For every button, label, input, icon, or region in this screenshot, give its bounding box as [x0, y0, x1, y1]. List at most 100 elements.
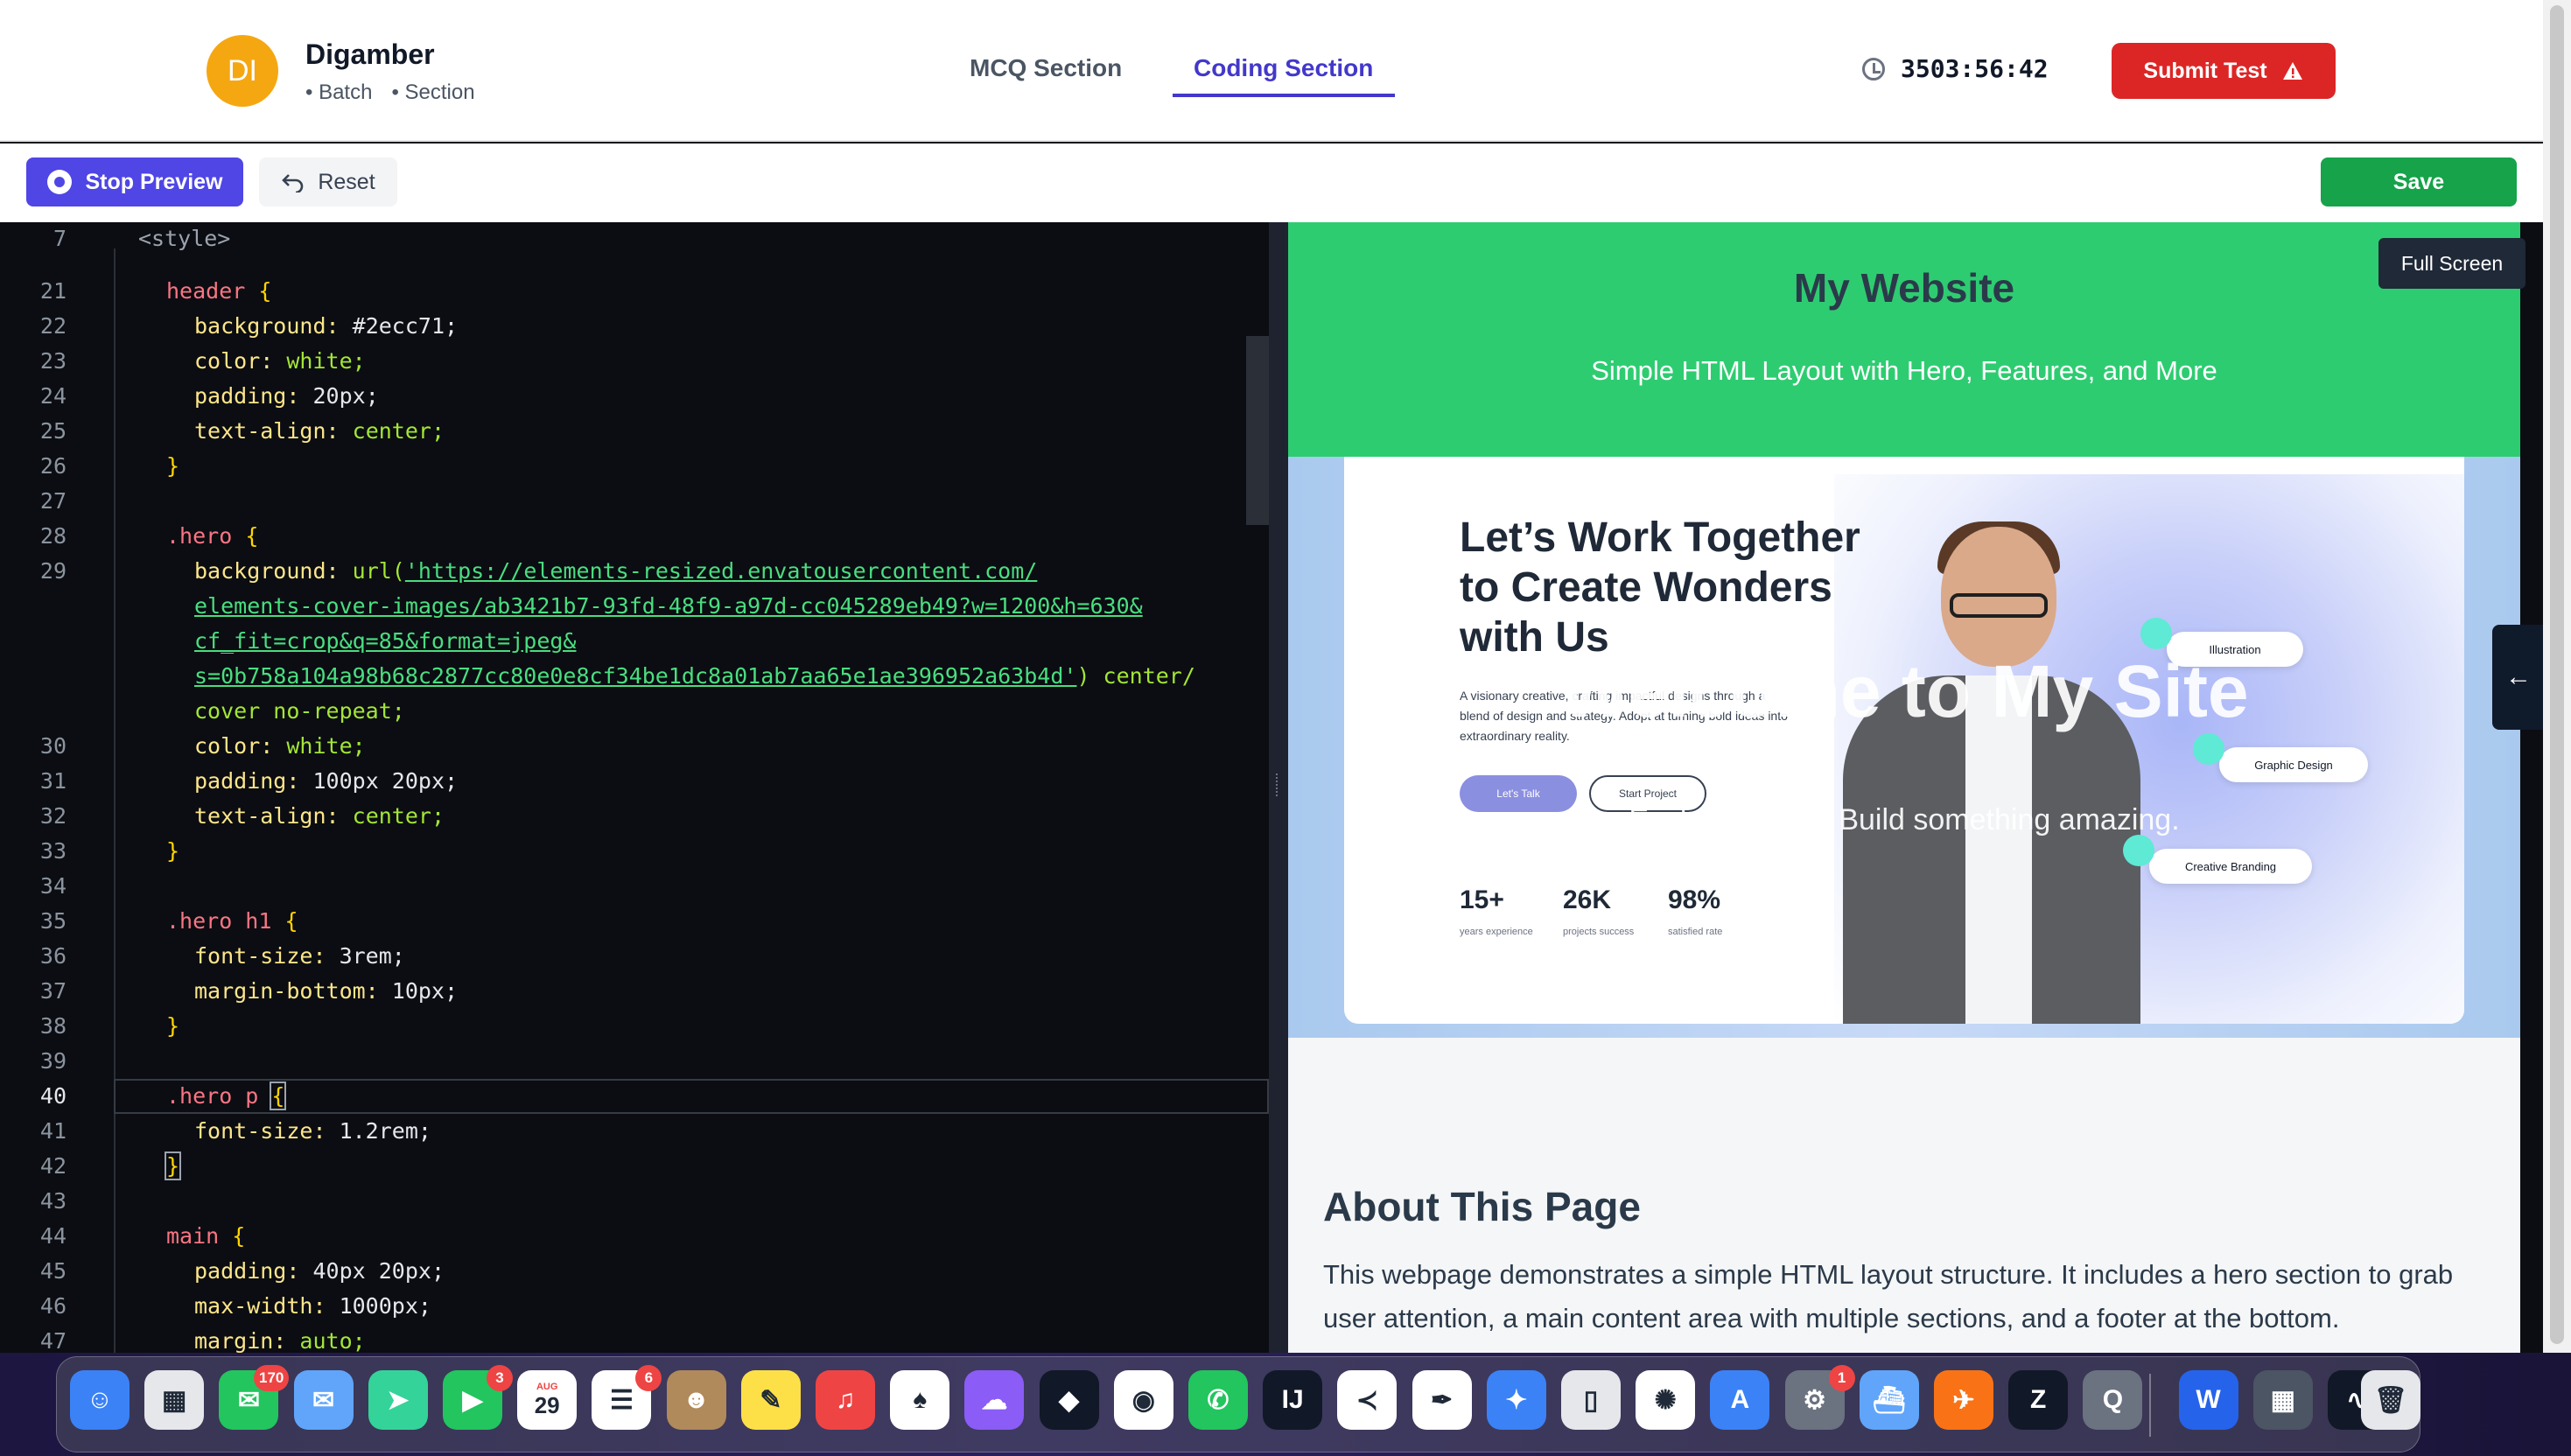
whatsapp-icon[interactable]: ✆ [1188, 1370, 1248, 1430]
code-line: color: white; [194, 733, 366, 759]
code-line: padding: 20px; [194, 383, 379, 409]
mail-icon[interactable]: ✉ [293, 1370, 354, 1430]
stop-preview-button[interactable]: Stop Preview [26, 158, 243, 206]
app-store-icon[interactable]: A [1710, 1370, 1770, 1430]
cube-app-icon[interactable]: ◆ [1039, 1370, 1099, 1430]
image-headline: Let’s Work Together to Create Wonders wi… [1460, 514, 1860, 661]
contacts-icon[interactable]: ☻ [666, 1370, 726, 1430]
line-number: 26 [39, 453, 67, 479]
line-number-active: 40 [39, 1083, 67, 1109]
trash-icon[interactable]: 🗑 [2361, 1370, 2420, 1430]
messages-icon[interactable]: ✉ 170 [219, 1365, 290, 1430]
code-line: text-align: center; [194, 803, 445, 829]
chrome-icon[interactable]: ◉ [1113, 1370, 1173, 1430]
finder-icon[interactable]: ☺ [70, 1370, 130, 1430]
reminders-icon[interactable]: ☰ 6 [592, 1365, 662, 1430]
code-line: elements-cover-images/ab3421b7-93fd-48f9… [194, 593, 1143, 619]
notes-icon[interactable]: ✎ [740, 1370, 801, 1430]
quicktime-icon[interactable]: Q [2083, 1370, 2143, 1430]
graphic-design-tag-icon [2193, 733, 2224, 765]
line-number: 46 [39, 1293, 67, 1319]
stop-icon [46, 170, 72, 194]
active-line-highlight [114, 1079, 1269, 1114]
line-number: 31 [39, 768, 67, 794]
indent-guide [114, 248, 116, 1353]
collapse-panel-button[interactable]: ← [2492, 625, 2545, 730]
code-line: background: url('https://elements-resize… [194, 558, 1038, 584]
zed-icon[interactable]: Z [2008, 1370, 2069, 1430]
stat-item: 15+ years experience [1460, 886, 1533, 937]
user-name: Digamber [305, 38, 435, 70]
line-number: 29 [39, 558, 67, 584]
line-number: 27 [39, 488, 67, 514]
maps-icon[interactable]: ➤ [368, 1370, 428, 1430]
line-number: 21 [39, 278, 67, 304]
section-label: • Section [391, 80, 475, 104]
submit-test-button[interactable]: Submit Test [2112, 43, 2336, 99]
code-line: } [166, 1013, 180, 1039]
clock-icon [1862, 57, 1885, 80]
facetime-icon[interactable]: ▶ 3 [443, 1365, 513, 1430]
line-number: 41 [39, 1118, 67, 1144]
postman-icon[interactable]: ✈ [1934, 1370, 1993, 1430]
user-meta: • Batch • Section [305, 80, 475, 105]
system-settings-icon[interactable]: ⚙ 1 [1784, 1365, 1855, 1430]
writer-app-icon[interactable]: ✒ [1412, 1370, 1472, 1430]
line-number: 25 [39, 418, 67, 444]
active-tab-underline [1173, 94, 1395, 97]
line-number: 24 [39, 383, 67, 409]
chatgpt-icon[interactable]: ✺ [1636, 1370, 1696, 1430]
code-line: max-width: 1000px; [194, 1293, 431, 1319]
iphone-mirroring-icon[interactable]: ▯ [1561, 1370, 1621, 1430]
calendar-icon[interactable]: AUG 29 [517, 1370, 578, 1430]
line-number: 35 [39, 908, 67, 934]
code-line: cf_fit=crop&q=85&format=jpeg& [194, 628, 577, 654]
safari-icon[interactable]: ✦ [1486, 1370, 1546, 1430]
music-icon[interactable]: ♫ [816, 1370, 875, 1430]
preview-about-heading: About This Page [1323, 1184, 1641, 1229]
intellij-icon[interactable]: IJ [1263, 1370, 1323, 1430]
tab-mcq-section[interactable]: MCQ Section [970, 54, 1122, 82]
creative-branding-tag-icon [2123, 835, 2154, 866]
preview-site-title: My Website [1793, 265, 2015, 311]
line-number: 34 [39, 873, 67, 899]
stat-item: 98% satisfied rate [1668, 886, 1723, 937]
code-line: color: white; [194, 348, 366, 374]
code-line: cover no-repeat; [194, 698, 405, 724]
code-line: margin: auto; [194, 1328, 366, 1353]
editor-scrollbar[interactable] [1246, 336, 1269, 525]
stat-item: 26K projects success [1563, 886, 1635, 937]
save-button[interactable]: Save [2321, 158, 2517, 206]
word-icon[interactable]: W [2178, 1370, 2238, 1430]
code-line: main { [166, 1223, 246, 1249]
full-screen-button[interactable]: Full Screen [2378, 238, 2525, 289]
page-scrollbar[interactable] [2543, 0, 2571, 1353]
batch-label: • Batch [305, 80, 373, 104]
line-number: 44 [39, 1223, 67, 1249]
panel-resize-handle[interactable] [1269, 222, 1288, 1353]
code-line: font-size: 3rem; [194, 943, 405, 969]
warning-icon [2282, 62, 2302, 80]
notification-badge: 1 [1828, 1365, 1855, 1391]
code-line: padding: 100px 20px; [194, 768, 459, 794]
editor-toolbar: Stop Preview Reset Save [0, 144, 2571, 222]
line-number: 47 [39, 1328, 67, 1353]
reset-button[interactable]: Reset [259, 158, 397, 206]
line-number: 7 [53, 226, 67, 251]
launchpad-icon[interactable]: ▦ [144, 1370, 205, 1430]
notification-badge: 170 [254, 1365, 290, 1391]
calculator-icon[interactable]: ▦ [2252, 1370, 2313, 1430]
tab-coding-section[interactable]: Coding Section [1194, 54, 1373, 82]
mongodb-icon[interactable]: ♠ [890, 1370, 950, 1430]
line-number: 39 [39, 1048, 67, 1074]
code-editor[interactable]: 7 21 22 23 24 25 26 27 28 29 30 31 32 33… [0, 222, 1269, 1353]
code-line: margin-bottom: 10px; [194, 978, 459, 1004]
graphic-design-tag: Graphic Design [2219, 747, 2368, 782]
docker-icon[interactable]: ⛴ [1859, 1370, 1919, 1430]
page-scrollbar-thumb[interactable] [2550, 5, 2564, 1344]
vscode-icon[interactable]: ≺ [1337, 1370, 1398, 1430]
ghost-app-icon[interactable]: ☁ [964, 1370, 1025, 1430]
preview-hero-heading: Welcome to My Site [1559, 650, 2249, 732]
line-number: 32 [39, 803, 67, 829]
code-line: font-size: 1.2rem; [194, 1118, 431, 1144]
